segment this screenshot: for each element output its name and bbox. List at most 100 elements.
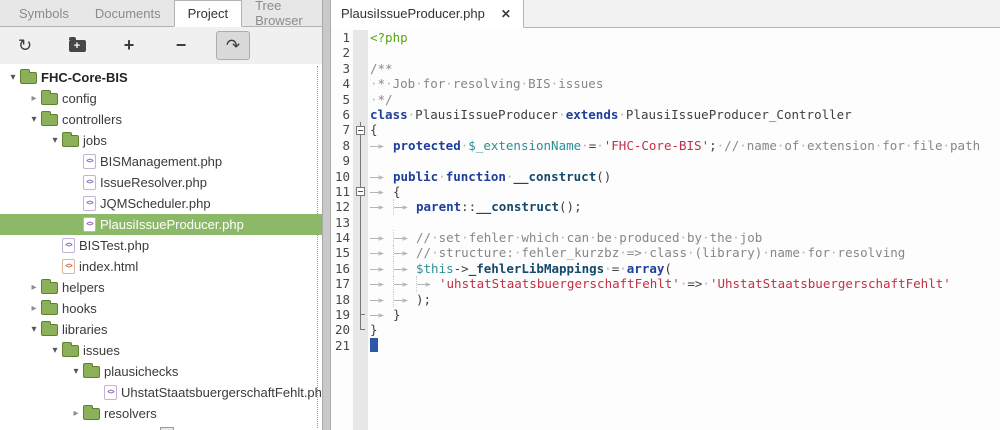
tree-item-controllers[interactable]: ▾controllers: [0, 109, 322, 130]
code-line-16: →→$this->_fehlerLibMappings·=·array(: [370, 261, 1000, 276]
follow-current-file-icon: ↷: [226, 36, 240, 56]
fold-marker: [353, 199, 368, 214]
editor-panel: PlausiIssueProducer.php ✕ 12345678910111…: [331, 0, 1000, 430]
folder-icon: [62, 135, 79, 147]
line-number: 2: [331, 45, 350, 60]
tree-item-resolvers[interactable]: ▸resolvers: [0, 403, 322, 424]
code-line-19: →}: [370, 307, 1000, 322]
tree-item-issues[interactable]: ▾ issues: [0, 340, 322, 361]
tree-item-plausichecks[interactable]: ▾ plausichecks: [0, 361, 322, 382]
folder-icon: [41, 303, 58, 315]
tree-item-label: UhstatStaatsbuergerschaftFehlt.php: [121, 385, 322, 400]
chevron-down-icon[interactable]: ▾: [48, 345, 62, 356]
folder-icon: [62, 345, 79, 357]
line-number: 6: [331, 107, 350, 122]
fold-marker: [353, 261, 368, 276]
tree-item-label: plausichecks: [104, 364, 178, 379]
tree-item-jqmscheduler-php[interactable]: <>JQMScheduler.php: [0, 193, 322, 214]
code-line-12: →→parent::__construct();: [370, 199, 1000, 214]
fold-marker: [353, 215, 368, 230]
html-file-icon: <>: [62, 259, 75, 274]
line-number: 7: [331, 122, 350, 137]
line-number: 9: [331, 153, 350, 168]
chevron-right-icon[interactable]: ▸: [27, 282, 41, 293]
refresh-button[interactable]: ↻: [8, 31, 42, 60]
tree-item-label: issues: [83, 343, 120, 358]
close-icon[interactable]: ✕: [501, 7, 511, 21]
sidebar-tab-symbols[interactable]: Symbols: [6, 0, 82, 26]
tree-item-bismanagement-php[interactable]: <>BISManagement.php: [0, 151, 322, 172]
line-number: 20: [331, 322, 350, 337]
text-cursor: [370, 338, 378, 352]
fold-marker: [353, 307, 368, 322]
line-number: 3: [331, 61, 350, 76]
tree-item-label: index.html: [79, 259, 138, 274]
tab-indent-icon: →: [370, 245, 393, 260]
chevron-right-icon[interactable]: ▸: [69, 408, 83, 419]
chevron-down-icon[interactable]: ▾: [27, 114, 41, 125]
code-line-17: →→→'uhstatStaatsbuergerschaftFehlt'·=>·'…: [370, 276, 1000, 291]
chevron-down-icon[interactable]: ▾: [48, 135, 62, 146]
code-line-15: →→//·structure:·fehler_kurzbz·=>·class·(…: [370, 245, 1000, 260]
fold-margin-cell: [353, 61, 368, 76]
ide-window: SymbolsDocumentsProjectTree Browser ↻ + + −…: [0, 0, 1000, 430]
fold-margin-cell: [353, 76, 368, 91]
tree-item-label: config: [62, 91, 97, 106]
code-area[interactable]: <?php/**·*·Job·for·resolving·BIS·issues·…: [368, 30, 1000, 430]
fold-marker[interactable]: [353, 184, 368, 199]
code-line-18: →→);: [370, 292, 1000, 307]
tab-indent-icon: →: [393, 261, 416, 276]
chevron-down-icon[interactable]: ▾: [27, 324, 41, 335]
expand-all-icon: +: [124, 35, 135, 56]
sidebar-tab-project[interactable]: Project: [174, 0, 242, 27]
tree-item-helpers[interactable]: ▸helpers: [0, 277, 322, 298]
code-line-10: →public·function·__construct(): [370, 169, 1000, 184]
tree-item-config[interactable]: ▸ config: [0, 88, 322, 109]
fold-marker: [353, 230, 368, 245]
line-number: 5: [331, 92, 350, 107]
collapse-all-button[interactable]: −: [164, 31, 198, 60]
tree-item-issueresolver-php[interactable]: <>IssueResolver.php: [0, 172, 322, 193]
fold-marker[interactable]: [353, 122, 368, 137]
fold-marker: [353, 153, 368, 168]
sidebar-tab-documents[interactable]: Documents: [82, 0, 174, 26]
new-folder-button[interactable]: +: [60, 31, 94, 60]
line-number: 21: [331, 338, 350, 353]
tab-indent-icon: →: [393, 276, 416, 291]
chevron-right-icon[interactable]: ▸: [27, 303, 41, 314]
tree-item-uhstatstaatsbuergerschaftfehlt-php[interactable]: <>UhstatStaatsbuergerschaftFehlt.php: [0, 382, 322, 403]
tab-indent-icon: →: [393, 199, 416, 214]
tree-item-plausiissueproducer-php[interactable]: <>PlausiIssueProducer.php: [0, 214, 322, 235]
chevron-down-icon[interactable]: ▾: [6, 72, 20, 83]
line-number: 14: [331, 230, 350, 245]
tree-item-jobs[interactable]: ▾jobs: [0, 130, 322, 151]
follow-current-file-button[interactable]: ↷: [216, 31, 250, 60]
pane-splitter[interactable]: [322, 0, 331, 430]
tree-item-index-html[interactable]: <> index.html: [0, 256, 322, 277]
editor-tab-plausiissueproducer[interactable]: PlausiIssueProducer.php ✕: [331, 0, 524, 28]
tree-item-libraries[interactable]: ▾libraries: [0, 319, 322, 340]
code-line-5: ·*/: [370, 92, 1000, 107]
line-number: 13: [331, 215, 350, 230]
editor-tab-bar: PlausiIssueProducer.php ✕: [331, 0, 1000, 28]
tree-item-hooks[interactable]: ▸hooks: [0, 298, 322, 319]
tab-indent-icon: →: [370, 199, 393, 214]
collapse-all-icon: −: [176, 35, 187, 56]
code-line-2: [370, 45, 1000, 60]
tree-item-fhc-core-bis[interactable]: ▾ FHC-Core-BIS: [0, 67, 322, 88]
expand-all-button[interactable]: +: [112, 31, 146, 60]
code-line-8: →protected·$_extensionName·=·'FHC-Core-B…: [370, 138, 1000, 153]
sidebar-tab-tree-browser[interactable]: Tree Browser: [242, 0, 322, 26]
line-number: 19: [331, 307, 350, 322]
tree-item-label: FHC-Core-BIS: [41, 70, 128, 85]
chevron-right-icon[interactable]: ▸: [27, 93, 41, 104]
line-number: 17: [331, 276, 350, 291]
tree-item-bistest-php[interactable]: <>BISTest.php: [0, 235, 322, 256]
folder-icon: [41, 114, 58, 126]
code-line-11: →{: [370, 184, 1000, 199]
line-number-gutter: 123456789101112131415161718192021: [331, 30, 353, 430]
tab-indent-icon: →: [370, 261, 393, 276]
php-file-icon: <>: [83, 196, 96, 211]
fold-margin-cell: [353, 92, 368, 107]
chevron-down-icon[interactable]: ▾: [69, 366, 83, 377]
